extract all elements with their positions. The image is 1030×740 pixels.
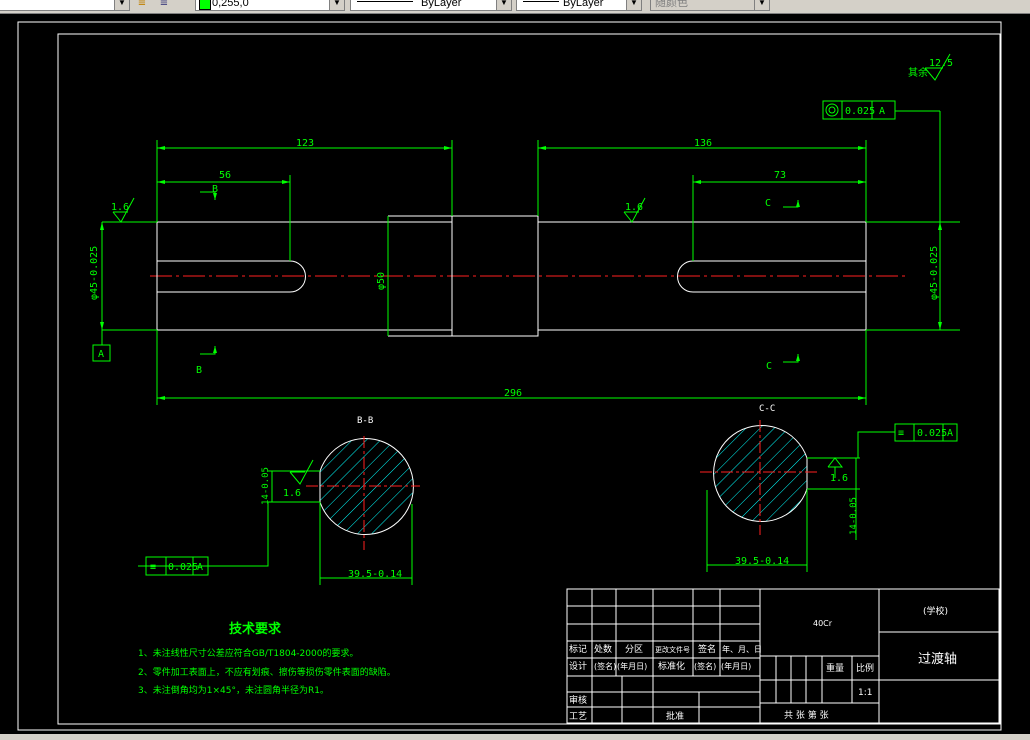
dimension-texts: 123 56 136 73 296 φ50 φ45-0.025 φ45-0.02…: [89, 58, 953, 499]
roughness-4: 1.6: [830, 473, 848, 484]
lineweight-dropdown[interactable]: ByLayer ▼: [516, 0, 642, 11]
tolerance-value-section-left: 0.025: [168, 562, 198, 573]
tech-requirements: 技术要求 1、未注线性尺寸公差应符合GB/T1804-2000的要求。 2、零件…: [138, 621, 396, 696]
drawing-frame: [57, 33, 1001, 725]
tb-row2-4: (签名): [694, 661, 716, 671]
layers-icon[interactable]: ≣: [134, 0, 150, 11]
dim-phi45-left: φ45-0.025: [89, 246, 100, 300]
section-bb-title: B-B: [357, 416, 373, 426]
plotstyle-dropdown[interactable]: 随颜色 ▼: [650, 0, 770, 11]
tech-req-title: 技术要求: [229, 621, 282, 637]
status-bar: [0, 734, 1030, 740]
dim-phi50: φ50: [376, 272, 387, 290]
tb-approve: 批准: [666, 710, 684, 722]
dim-123: 123: [296, 138, 314, 149]
roughness-rest-value: 12.5: [929, 58, 953, 69]
tb-scale-value: 1:1: [858, 688, 872, 698]
tb-review: 审核: [569, 694, 587, 706]
layer-previous-icon[interactable]: ≣: [156, 0, 172, 11]
tolerance-datum-section-left: A: [197, 562, 203, 573]
tb-weight: 重量: [826, 662, 844, 674]
linetype-dropdown[interactable]: ByLayer ▼: [350, 0, 512, 11]
dim-14-right: 14-0.05: [849, 497, 859, 535]
section-b-bottom: B: [196, 365, 202, 376]
tech-req-item-3: 3、未注倒角均为1×45°，未注圆角半径为R1。: [138, 684, 329, 696]
dim-56: 56: [219, 170, 231, 181]
part-name: 过渡轴: [918, 651, 957, 667]
color-swatch-icon: [199, 0, 211, 10]
tb-row1-4: 签名: [698, 643, 716, 655]
dim-39-5-left: 39.5-0.14: [348, 569, 402, 580]
color-dropdown[interactable]: 0,255,0 ▼: [195, 0, 345, 11]
dim-73: 73: [774, 170, 786, 181]
dim-phi45-right: φ45-0.025: [929, 246, 940, 300]
line-sample-icon: [357, 1, 413, 2]
tb-row2-3: 标准化: [658, 660, 685, 672]
line-sample-icon: [523, 1, 559, 2]
dim-136: 136: [694, 138, 712, 149]
tb-row2-0: 设计: [569, 660, 587, 672]
section-cc-title: C-C: [759, 404, 775, 414]
chevron-down-icon[interactable]: ▼: [754, 0, 769, 10]
concentricity-icon: [825, 103, 839, 117]
plotstyle-value: 随颜色: [655, 0, 688, 9]
properties-toolbar: ▼ ≣ ≣ 0,255,0 ▼ ByLayer ▼ ByLayer ▼ 随颜色 …: [0, 0, 1030, 14]
tolerance-datum-top: A: [879, 106, 885, 117]
tb-row1-0: 标记: [569, 643, 587, 655]
chevron-down-icon[interactable]: ▼: [329, 0, 344, 10]
dimension-arrows: [100, 146, 942, 400]
section-cc: C-C ≡ 0.025 A 39.5-0.14 14-0.05: [700, 404, 958, 572]
chevron-down-icon[interactable]: ▼: [114, 0, 129, 10]
school: (学校): [923, 605, 948, 617]
roughness-2: 1.6: [625, 202, 643, 213]
dim-39-5-right: 39.5-0.14: [735, 556, 789, 567]
dim-14-left: 14-0.05: [261, 467, 271, 505]
tolerance-datum-section-right: A: [947, 428, 953, 439]
chevron-down-icon[interactable]: ▼: [626, 0, 641, 10]
tb-process: 工艺: [569, 711, 587, 722]
dim-296: 296: [504, 388, 522, 399]
drawing-canvas[interactable]: 123 56 136 73 296 φ50 φ45-0.025 φ45-0.02…: [0, 14, 1030, 734]
roughness-rest-label: 其余: [908, 66, 928, 79]
lineweight-value: ByLayer: [563, 0, 604, 9]
tolerance-frame-top: 0.025 A: [822, 100, 896, 120]
tb-row1-5: 年、月、日: [722, 644, 762, 654]
material: 40Cr: [813, 619, 833, 628]
tb-sheets: 共 张 第 张: [784, 709, 829, 721]
tech-req-item-1: 1、未注线性尺寸公差应符合GB/T1804-2000的要求。: [138, 647, 358, 659]
chevron-down-icon[interactable]: ▼: [496, 0, 511, 10]
title-block-text: 40Cr (学校) 过渡轴 标记 处数 分区 更改文件号 签名 年、月、日 设计…: [569, 605, 957, 722]
tb-row1-3: 更改文件号: [655, 645, 690, 654]
tb-row1-1: 处数: [594, 643, 612, 655]
tech-req-item-2: 2、零件加工表面上，不应有划痕、擦伤等损伤零件表面的缺陷。: [138, 666, 396, 678]
sheet-border: [17, 21, 1002, 731]
linetype-value: ByLayer: [421, 0, 462, 9]
tb-row2-2: (年月日): [617, 661, 647, 671]
tb-row2-5: (年月日): [721, 661, 751, 671]
section-c-top: C: [765, 198, 771, 209]
layer-dropdown[interactable]: ▼: [0, 0, 130, 11]
datum-a-label: A: [98, 349, 104, 360]
roughness-1: 1.6: [111, 202, 129, 213]
tb-row2-1: (签名): [594, 661, 616, 671]
roughness-3: 1.6: [283, 488, 301, 499]
symmetry-icon: ≡: [150, 562, 156, 573]
section-b-top: B: [212, 184, 218, 195]
tb-scale: 比例: [856, 662, 874, 674]
tolerance-value-section-right: 0.025: [917, 428, 947, 439]
section-c-bottom: C: [766, 361, 772, 372]
section-bb: B-B ≡ 0.025 A 39.5-0.14 14-0.05: [138, 416, 420, 585]
tb-row1-2: 分区: [625, 644, 643, 655]
symmetry-icon: ≡: [898, 428, 904, 439]
tolerance-value-top: 0.025: [845, 106, 875, 117]
color-value: 0,255,0: [212, 0, 249, 9]
section-markers: B B C C: [196, 184, 772, 376]
